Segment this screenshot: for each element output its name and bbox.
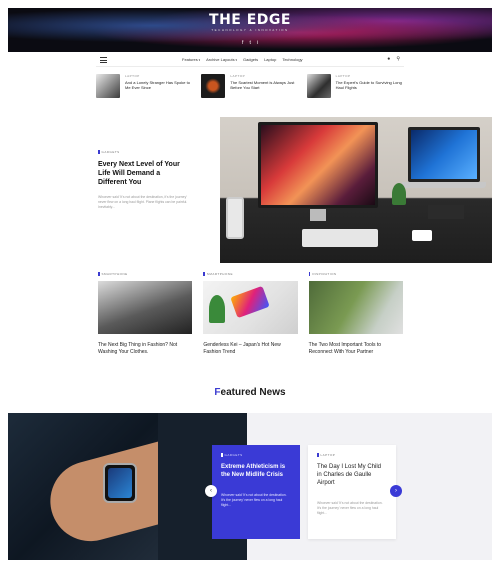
- featured-title[interactable]: Every Next Level of Your Life Will Deman…: [98, 160, 188, 187]
- post-image[interactable]: [308, 281, 403, 334]
- post-title[interactable]: The Scariest Moment is Always Just Befor…: [230, 80, 298, 90]
- chevron-right-icon[interactable]: ›: [390, 485, 402, 497]
- featured-news-slider: GADGETS Extreme Athleticism is the New M…: [8, 413, 492, 560]
- post-title[interactable]: The Two Most Important Tools to Reconnec…: [309, 342, 403, 356]
- post-thumbnail[interactable]: [201, 74, 226, 98]
- site-logo[interactable]: THE EDGE: [8, 12, 492, 28]
- strip-post[interactable]: LAPTOP The Expert's Guide to Surviving L…: [306, 74, 404, 104]
- post-title[interactable]: The Expert's Guide to Surviving Long Hau…: [336, 80, 404, 90]
- featured-news-heading: Featured News: [214, 387, 286, 398]
- nav-item-technology[interactable]: Technology: [282, 56, 302, 64]
- nav-item-gadgets[interactable]: Gadgets: [243, 56, 258, 64]
- laptop-shape: [408, 127, 480, 182]
- facebook-icon[interactable]: f: [242, 40, 243, 46]
- nav-item-archive-layouts[interactable]: Archive Layouts: [206, 56, 237, 64]
- post-card[interactable]: INSPIRATION The Two Most Important Tools…: [308, 272, 403, 362]
- post-thumbnail[interactable]: [96, 74, 120, 98]
- post-image[interactable]: [98, 281, 193, 334]
- nav-icons: ● ⚲: [387, 56, 400, 62]
- slide-title[interactable]: Extreme Athleticism is the New Midlife C…: [221, 463, 291, 479]
- search-icon[interactable]: ⚲: [396, 56, 400, 62]
- post-title[interactable]: The Next Big Thing in Fashion? Not Washi…: [98, 342, 192, 356]
- twitter-icon[interactable]: t: [249, 40, 250, 46]
- post-category[interactable]: INSPIRATION: [308, 272, 403, 276]
- nav-item-laptop[interactable]: Laptop: [264, 56, 276, 64]
- post-thumbnail[interactable]: [306, 74, 331, 98]
- slide-excerpt: Whoever said 'It's not about the destina…: [221, 493, 287, 507]
- category-label[interactable]: GADGETS: [102, 150, 120, 154]
- post-image[interactable]: [203, 281, 298, 334]
- post-category[interactable]: LAPTOP: [230, 74, 298, 78]
- featured-category[interactable]: GADGETS: [98, 150, 188, 154]
- main-nav: Features Archive Layouts Gadgets Laptop …: [96, 55, 404, 67]
- post-card[interactable]: SMARTPHONE Genderless Kei – Japan's Hot …: [203, 272, 298, 362]
- post-category[interactable]: SMARTPHONE: [98, 272, 192, 276]
- nav-menu: Features Archive Layouts Gadgets Laptop …: [182, 56, 303, 64]
- user-icon[interactable]: ●: [387, 56, 390, 62]
- featured-excerpt: Whoever said 'It's not about the destina…: [98, 195, 188, 209]
- monitor-shape: [258, 122, 378, 208]
- post-card[interactable]: SMARTPHONE The Next Big Thing in Fashion…: [98, 272, 193, 362]
- slide-category[interactable]: LAPTOP: [317, 453, 387, 457]
- menu-icon[interactable]: [100, 57, 107, 63]
- slide-card-active[interactable]: GADGETS Extreme Athleticism is the New M…: [212, 445, 300, 539]
- post-category[interactable]: LAPTOP: [336, 74, 404, 78]
- slide-card[interactable]: LAPTOP The Day I Lost My Child in Charle…: [308, 445, 396, 539]
- featured-post-text: GADGETS Every Next Level of Your Life Wi…: [98, 150, 188, 210]
- featured-image[interactable]: [220, 117, 492, 263]
- slide-excerpt: Whoever said 'It's not about the destina…: [317, 501, 383, 515]
- post-category[interactable]: SMARTPHONE: [203, 272, 297, 276]
- category-marker: [98, 150, 100, 154]
- instagram-icon[interactable]: i: [257, 40, 258, 46]
- post-category[interactable]: LAPTOP: [125, 74, 193, 78]
- strip-post[interactable]: LAPTOP And a Lonely Stranger Has Spoke t…: [96, 74, 193, 104]
- nav-item-features[interactable]: Features: [182, 56, 200, 64]
- smartwatch-shape: [103, 463, 137, 503]
- post-grid: SMARTPHONE The Next Big Thing in Fashion…: [98, 272, 403, 362]
- site-tagline: TECHNOLOGY & INNOVATION: [211, 28, 289, 32]
- chevron-left-icon[interactable]: ‹: [205, 485, 217, 497]
- header-banner: THE EDGE TECHNOLOGY & INNOVATION f t i: [8, 8, 492, 52]
- strip-post[interactable]: LAPTOP The Scariest Moment is Always Jus…: [201, 74, 298, 104]
- top-post-strip: LAPTOP And a Lonely Stranger Has Spoke t…: [96, 74, 404, 104]
- slide-title[interactable]: The Day I Lost My Child in Charles de Ga…: [317, 463, 387, 487]
- social-links: f t i: [8, 40, 492, 46]
- slide-category[interactable]: GADGETS: [221, 453, 291, 457]
- post-title[interactable]: And a Lonely Stranger Has Spoke to Me Ev…: [125, 80, 193, 90]
- post-title[interactable]: Genderless Kei – Japan's Hot New Fashion…: [203, 342, 297, 356]
